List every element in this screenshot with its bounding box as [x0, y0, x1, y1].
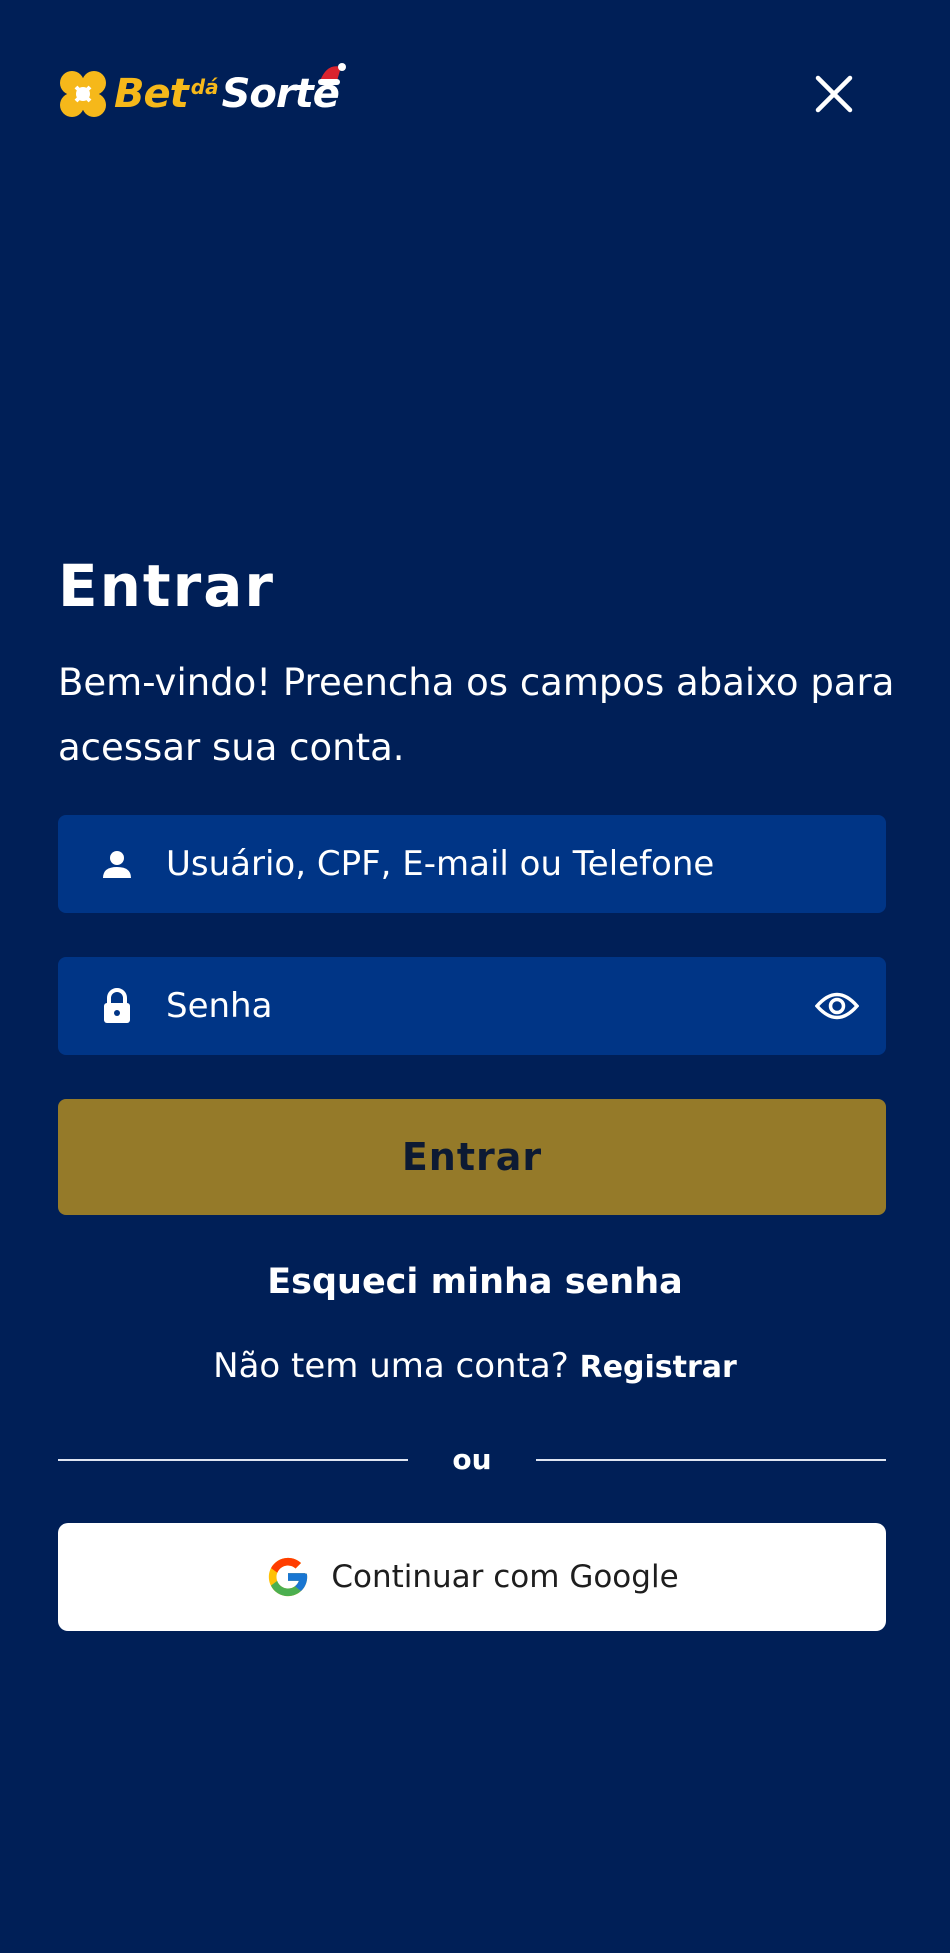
- username-field[interactable]: [58, 815, 886, 913]
- page-title: Entrar: [58, 552, 275, 620]
- no-account-text: Não tem uma conta?: [213, 1346, 569, 1386]
- register-link[interactable]: Registrar: [580, 1350, 737, 1385]
- santa-hat-icon: [317, 63, 346, 85]
- google-signin-label: Continuar com Google: [331, 1559, 679, 1595]
- close-button[interactable]: [806, 66, 862, 122]
- login-page: Bet dá Sorte Entrar Bem-vindo! Preencha …: [0, 0, 950, 1953]
- logo-text-bet: Bet: [114, 71, 189, 117]
- logo-text-sorte: Sorte: [222, 63, 346, 117]
- lock-icon: [98, 987, 136, 1025]
- brand-logo[interactable]: Bet dá Sorte: [56, 63, 346, 122]
- page-subtitle: Bem-vindo! Preencha os campos abaixo par…: [58, 661, 895, 769]
- forgot-password-link[interactable]: Esqueci minha senha: [0, 1262, 950, 1302]
- show-password-toggle[interactable]: [814, 984, 860, 1028]
- google-signin-button[interactable]: Continuar com Google: [58, 1523, 886, 1631]
- clover-logo-icon: [60, 71, 106, 117]
- password-input[interactable]: [166, 957, 846, 1055]
- google-icon: [269, 1557, 308, 1597]
- user-icon: [98, 845, 136, 883]
- register-prompt: Não tem uma conta? Registrar: [0, 1346, 950, 1386]
- divider-line-right: [536, 1459, 886, 1461]
- logo-text-da: dá: [190, 75, 219, 99]
- username-input[interactable]: [166, 815, 846, 913]
- password-field[interactable]: [58, 957, 886, 1055]
- or-divider: ou: [58, 1440, 886, 1480]
- close-icon: [815, 75, 853, 113]
- eye-icon: [815, 992, 859, 1020]
- login-submit-button[interactable]: Entrar: [58, 1099, 886, 1215]
